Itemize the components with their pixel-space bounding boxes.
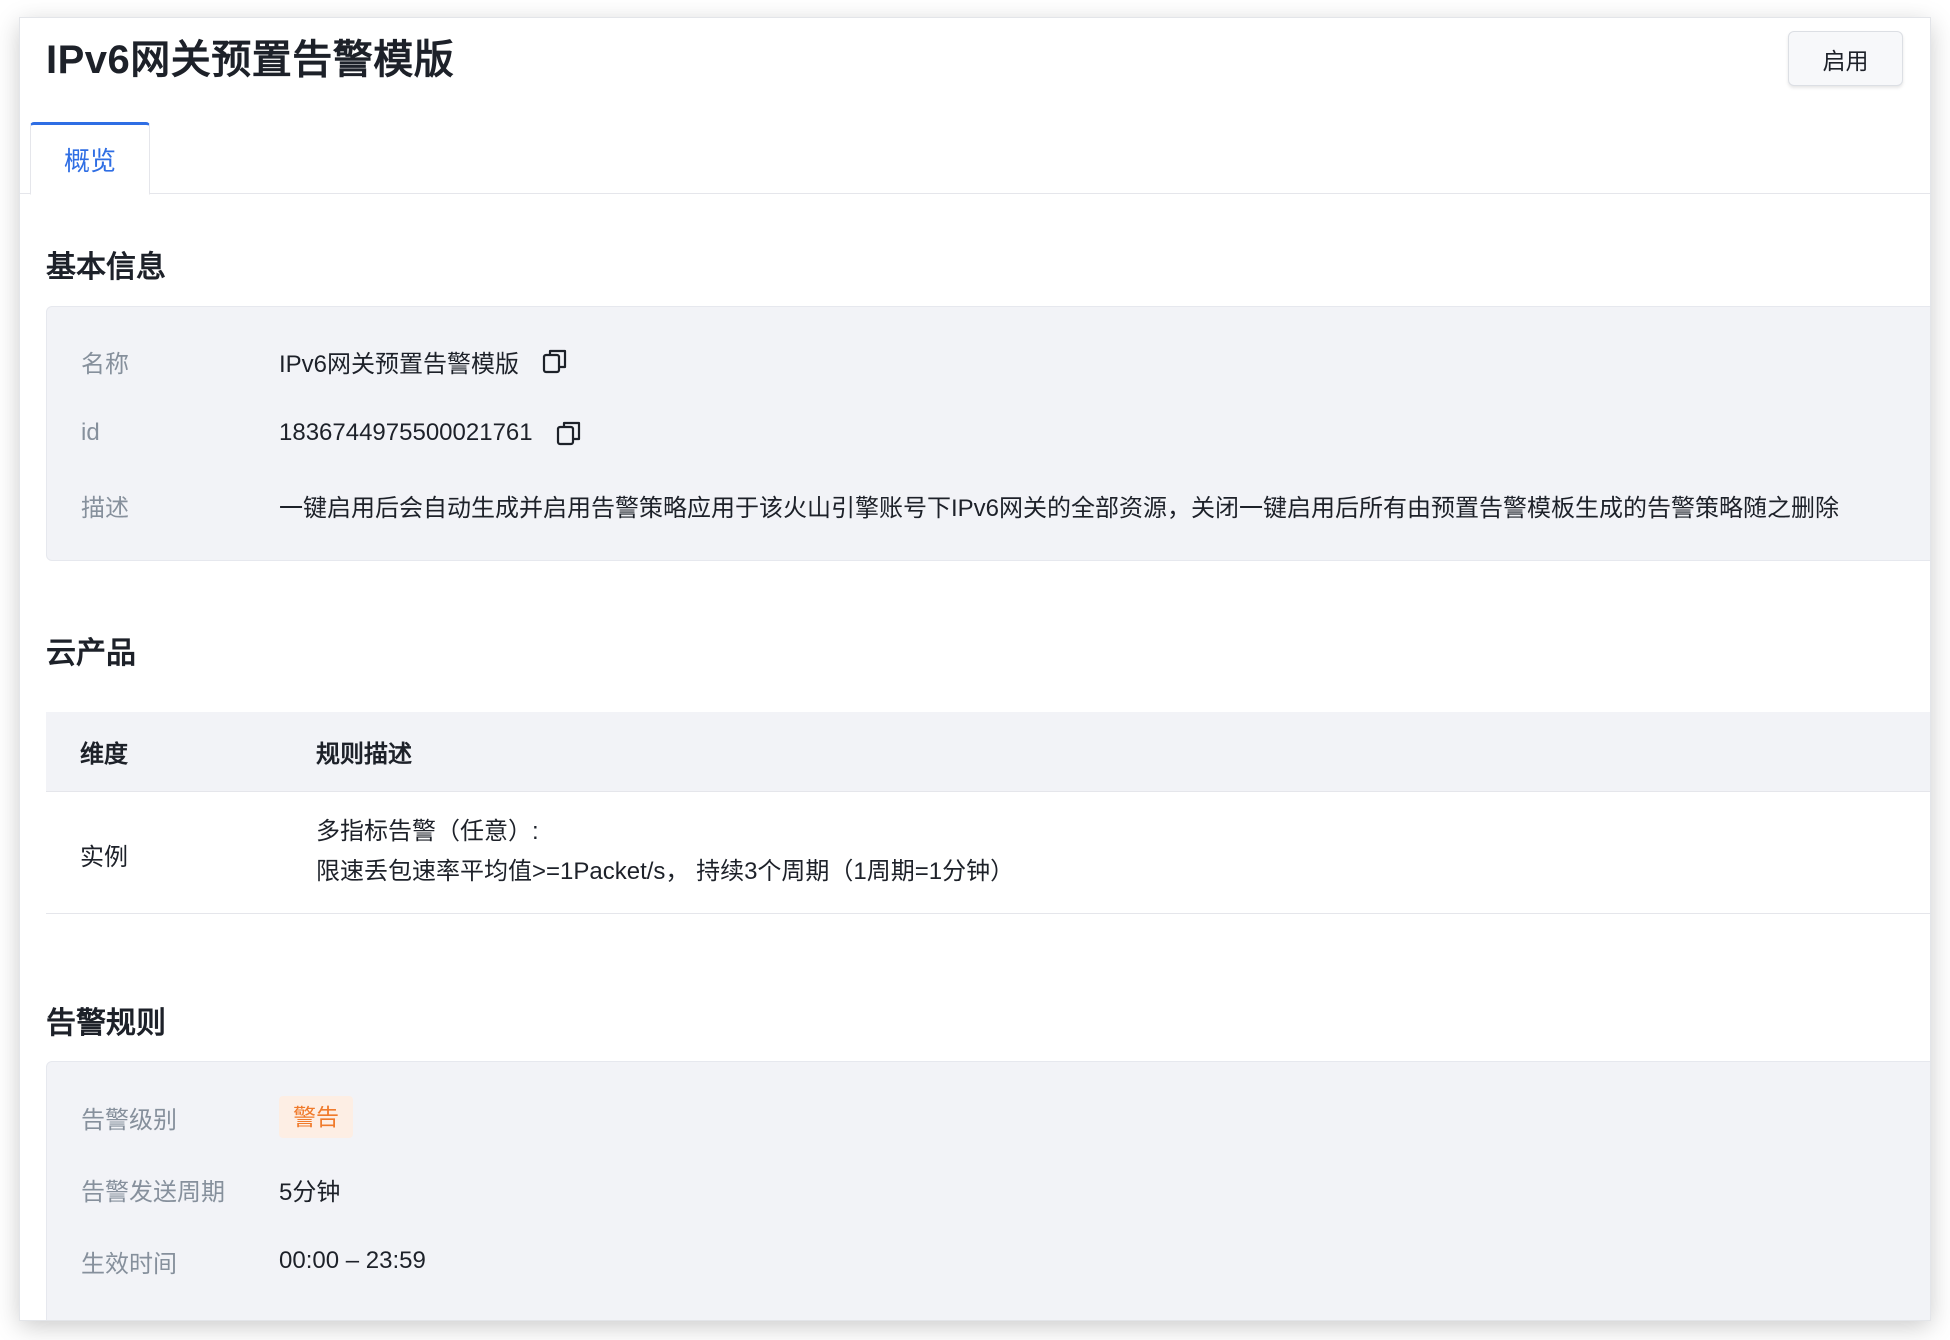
table-header: 维度 规则描述	[46, 712, 1930, 792]
info-row-id: id 1836744975500021761	[47, 413, 1930, 453]
cloud-product-title: 云产品	[46, 637, 136, 670]
template-detail-panel: IPv6网关预置告警模版 启用 概览 基本信息 名称 IPv6网关预置告警模版 …	[20, 18, 1930, 1320]
alert-level-label: 告警级别	[81, 1106, 177, 1134]
basic-info-card: 名称 IPv6网关预置告警模版 id 1836744975500021761 描…	[46, 306, 1930, 561]
column-header-rule: 规则描述	[316, 741, 412, 768]
table-row: 实例 多指标告警（任意）: 限速丢包速率平均值>=1Packet/s， 持续3个…	[46, 792, 1930, 914]
id-value-wrap: 1836744975500021761	[279, 419, 583, 447]
alert-rules-card: 告警级别 警告 告警发送周期 5分钟 生效时间 00:00 – 23:59	[46, 1061, 1930, 1320]
id-label: id	[81, 419, 100, 446]
alert-level-badge: 警告	[279, 1096, 353, 1138]
description-label: 描述	[81, 494, 129, 522]
name-value: IPv6网关预置告警模版	[279, 350, 520, 378]
rule-line-condition: 限速丢包速率平均值>=1Packet/s， 持续3个周期（1周期=1分钟）	[316, 858, 1015, 885]
enable-button[interactable]: 启用	[1788, 31, 1903, 86]
rule-cell: 多指标告警（任意）: 限速丢包速率平均值>=1Packet/s， 持续3个周期（…	[316, 812, 1014, 892]
name-value-wrap: IPv6网关预置告警模版	[279, 344, 569, 379]
copy-icon[interactable]	[555, 419, 583, 447]
dimension-cell: 实例	[80, 844, 128, 871]
info-row-name: 名称 IPv6网关预置告警模版	[47, 341, 1930, 381]
basic-info-title: 基本信息	[46, 251, 166, 284]
name-label: 名称	[81, 350, 129, 378]
effective-time-value: 00:00 – 23:59	[279, 1247, 426, 1274]
tab-overview[interactable]: 概览	[30, 122, 150, 195]
alert-level-row: 告警级别 警告	[47, 1096, 1930, 1138]
id-value: 1836744975500021761	[279, 419, 533, 446]
effective-time-row: 生效时间 00:00 – 23:59	[47, 1241, 1930, 1281]
alert-period-row: 告警发送周期 5分钟	[47, 1169, 1930, 1209]
alert-level-value-wrap: 警告	[279, 1096, 353, 1138]
column-header-dimension: 维度	[80, 741, 128, 768]
copy-icon[interactable]	[541, 347, 569, 375]
alert-period-value: 5分钟	[279, 1178, 341, 1206]
alert-period-label: 告警发送周期	[81, 1178, 225, 1206]
effective-time-label: 生效时间	[81, 1250, 177, 1278]
tab-bar: 概览	[20, 122, 1930, 195]
alert-rules-title: 告警规则	[46, 1007, 166, 1040]
cloud-product-table: 维度 规则描述 实例 多指标告警（任意）: 限速丢包速率平均值>=1Packet…	[46, 712, 1930, 914]
rule-line-title: 多指标告警（任意）:	[316, 818, 539, 845]
page-title: IPv6网关预置告警模版	[46, 38, 455, 82]
info-row-description: 描述 一键启用后会自动生成并启用告警策略应用于该火山引擎账号下IPv6网关的全部…	[47, 485, 1930, 525]
description-value: 一键启用后会自动生成并启用告警策略应用于该火山引擎账号下IPv6网关的全部资源，…	[279, 494, 1840, 522]
